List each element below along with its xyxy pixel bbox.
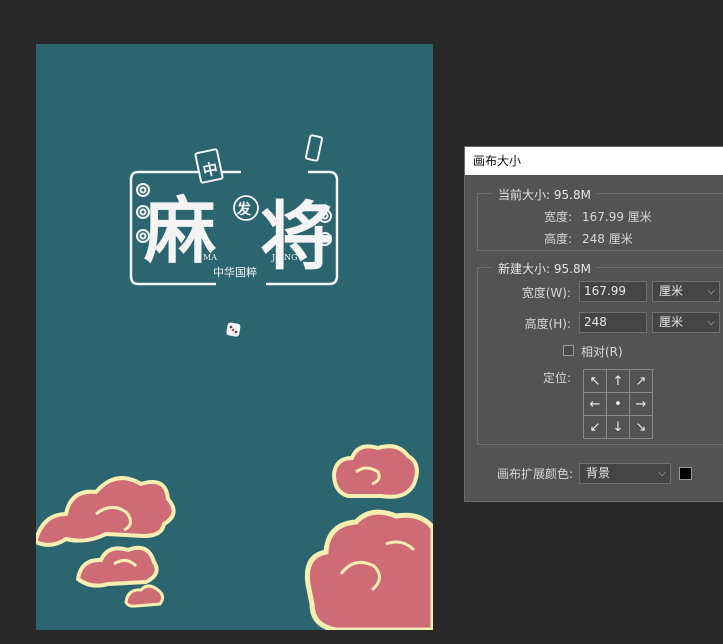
new-height-label: 高度(H): — [524, 317, 571, 331]
extension-color-label: 画布扩展颜色: — [496, 467, 573, 481]
anchor-top-icon[interactable]: ↑ — [607, 370, 630, 393]
logo-subtitle: 中华国粹 — [213, 265, 257, 279]
dice-icon — [226, 322, 241, 337]
cloud-left-mid — [75, 545, 159, 588]
width-unit-select[interactable]: 厘米 ⌵ — [652, 281, 720, 302]
relative-checkbox[interactable] — [563, 345, 574, 356]
extension-color-swatch[interactable] — [679, 467, 692, 480]
anchor-bottom-left-icon[interactable]: ↙ — [584, 416, 607, 439]
current-width-value: 167.99 厘米 — [582, 210, 652, 224]
anchor-grid[interactable]: ↖ ↑ ↗ ← • → ↙ ↓ ↘ — [583, 369, 654, 439]
anchor-label: 定位: — [542, 371, 571, 385]
relative-label[interactable]: 相对(R) — [581, 343, 623, 360]
seal-char: 发 — [236, 201, 252, 218]
current-height-value: 248 厘米 — [582, 232, 633, 246]
current-size-legend: 当前大小: 95.8M — [492, 186, 597, 203]
small-tile-icon — [305, 134, 323, 162]
cloud-left-small — [124, 584, 165, 608]
chevron-down-icon: ⌵ — [707, 286, 715, 297]
document-canvas[interactable]: 中 麻 发 将 MA JIANG 中华国粹 — [36, 44, 433, 630]
height-unit-select[interactable]: 厘米 ⌵ — [652, 312, 720, 333]
cloud-left-large — [36, 476, 176, 547]
current-size-group: 当前大小: 95.8M 宽度: 167.99 厘米 高度: 248 厘米 — [477, 186, 723, 251]
width-input[interactable]: 167.99 — [579, 281, 647, 302]
new-width-label: 宽度(W): — [521, 286, 571, 300]
dialog-title[interactable]: 画布大小 — [465, 147, 723, 175]
chevron-down-icon: ⌵ — [658, 468, 666, 479]
new-size-legend: 新建大小: 95.8M — [492, 260, 597, 277]
anchor-left-icon[interactable]: ← — [584, 393, 607, 416]
current-height-label: 高度: — [543, 232, 572, 246]
canvas-size-dialog: 画布大小 当前大小: 95.8M 宽度: 167.99 厘米 高度: 248 厘… — [464, 146, 723, 502]
extension-color-value: 背景 — [586, 466, 611, 480]
logo-char-jiang: 将 — [260, 194, 334, 280]
anchor-top-right-icon[interactable]: ↗ — [630, 370, 653, 393]
extension-color-select[interactable]: 背景 ⌵ — [579, 463, 671, 484]
chevron-down-icon: ⌵ — [707, 317, 715, 328]
anchor-center-icon[interactable]: • — [607, 393, 630, 416]
height-input[interactable]: 248 — [579, 312, 647, 333]
height-unit-value: 厘米 — [659, 315, 684, 329]
current-width-label: 宽度: — [543, 210, 572, 224]
anchor-top-left-icon[interactable]: ↖ — [584, 370, 607, 393]
anchor-bottom-right-icon[interactable]: ↘ — [630, 416, 653, 439]
width-unit-value: 厘米 — [659, 284, 684, 298]
pinyin-right: JIANG — [271, 253, 298, 262]
cloud-right-large — [304, 509, 433, 630]
poster-artwork: 中 麻 发 将 MA JIANG 中华国粹 — [36, 134, 433, 630]
pinyin-left: MA — [203, 253, 217, 262]
anchor-bottom-icon[interactable]: ↓ — [607, 416, 630, 439]
anchor-right-icon[interactable]: → — [630, 393, 653, 416]
cloud-right-top — [331, 444, 419, 499]
